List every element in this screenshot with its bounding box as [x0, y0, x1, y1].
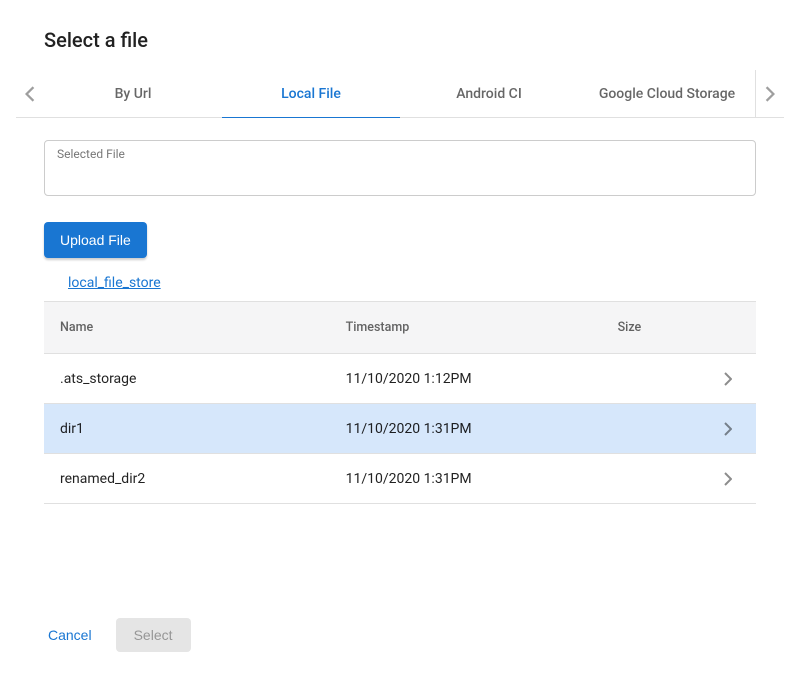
cancel-button[interactable]: Cancel	[40, 619, 100, 651]
tab-scroll-left-button[interactable]	[16, 70, 44, 118]
cell-timestamp: 11/10/2020 1:31PM	[346, 471, 618, 487]
cell-name: dir1	[60, 421, 346, 437]
dialog-actions: Cancel Select	[40, 618, 191, 652]
col-header-timestamp: Timestamp	[346, 320, 618, 335]
chevron-right-icon	[765, 86, 775, 102]
tab-local-file[interactable]: Local File	[222, 70, 400, 118]
tab-content: Selected File Upload File local_file_sto…	[16, 118, 784, 670]
chevron-right-icon	[724, 372, 732, 386]
selected-file-field[interactable]: Selected File	[44, 140, 756, 196]
file-table: Name Timestamp Size .ats_storage 11/10/2…	[44, 301, 756, 504]
dialog-title: Select a file	[16, 16, 784, 70]
tabs: By Url Local File Android CI Google Clou…	[44, 70, 756, 118]
breadcrumb-link[interactable]: local_file_store	[68, 275, 161, 291]
table-header-row: Name Timestamp Size	[44, 302, 756, 354]
tabs-row: By Url Local File Android CI Google Clou…	[16, 70, 784, 118]
tab-by-url[interactable]: By Url	[44, 70, 222, 118]
chevron-right-icon	[724, 422, 732, 436]
cell-timestamp: 11/10/2020 1:12PM	[346, 371, 618, 387]
cell-timestamp: 11/10/2020 1:31PM	[346, 421, 618, 437]
cell-name: renamed_dir2	[60, 471, 346, 487]
cell-name: .ats_storage	[60, 371, 346, 387]
table-row[interactable]: .ats_storage 11/10/2020 1:12PM	[44, 354, 756, 404]
col-header-name: Name	[60, 320, 346, 335]
selected-file-label: Selected File	[57, 147, 125, 161]
upload-file-button[interactable]: Upload File	[44, 222, 147, 258]
chevron-right-icon	[724, 472, 732, 486]
table-row[interactable]: renamed_dir2 11/10/2020 1:31PM	[44, 454, 756, 504]
tab-scroll-right-button[interactable]	[756, 70, 784, 118]
col-header-size: Size	[618, 320, 716, 335]
tab-google-cloud-storage[interactable]: Google Cloud Storage	[578, 70, 756, 118]
row-open-button[interactable]	[716, 422, 740, 436]
select-button[interactable]: Select	[116, 618, 191, 652]
tab-android-ci[interactable]: Android CI	[400, 70, 578, 118]
row-open-button[interactable]	[716, 472, 740, 486]
select-file-dialog: Select a file By Url Local File Android …	[16, 16, 784, 670]
row-open-button[interactable]	[716, 372, 740, 386]
chevron-left-icon	[25, 86, 35, 102]
breadcrumb: local_file_store	[44, 268, 756, 301]
table-row[interactable]: dir1 11/10/2020 1:31PM	[44, 404, 756, 454]
